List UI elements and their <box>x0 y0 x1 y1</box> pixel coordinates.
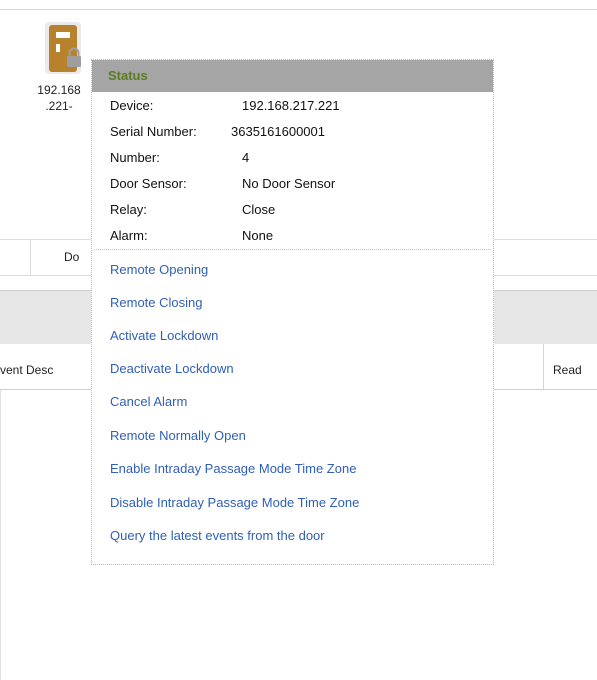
remote-normally-open-link[interactable]: Remote Normally Open <box>110 428 246 443</box>
event-description-header[interactable]: vent Desc <box>0 363 53 377</box>
popup-header: Status <box>92 60 493 92</box>
status-value: 3635161600001 <box>231 124 325 139</box>
activate-lockdown-link[interactable]: Activate Lockdown <box>110 328 218 343</box>
door-label-continued: .221- <box>45 99 73 113</box>
door-tile[interactable]: 192.168 .221- <box>18 17 100 127</box>
status-value: None <box>242 228 274 243</box>
table-border <box>0 390 1 680</box>
top-divider <box>0 9 597 10</box>
query-latest-events-link[interactable]: Query the latest events from the door <box>110 528 325 543</box>
cancel-alarm-link[interactable]: Cancel Alarm <box>110 394 187 409</box>
status-label: Door Sensor: <box>110 176 187 191</box>
remote-closing-link[interactable]: Remote Closing <box>110 295 203 310</box>
status-value: No Door Sensor <box>242 176 336 191</box>
popup-divider <box>94 249 491 250</box>
column-separator <box>543 344 544 389</box>
door-lock-icon[interactable] <box>43 20 83 76</box>
enable-intraday-passage-mode-link[interactable]: Enable Intraday Passage Mode Time Zone <box>110 461 356 476</box>
door-label: 192.168 <box>37 83 81 97</box>
status-label: Alarm: <box>110 228 148 243</box>
status-value: 192.168.217.221 <box>242 98 340 113</box>
status-value: 4 <box>242 150 250 165</box>
popup-title: Status <box>108 68 148 83</box>
door-status-popup: Status Device: 192.168.217.221 Serial Nu… <box>91 59 494 565</box>
status-label: Number: <box>110 150 160 165</box>
status-value: Close <box>242 202 276 217</box>
status-label: Serial Number: <box>110 124 197 139</box>
remote-opening-link[interactable]: Remote Opening <box>110 262 208 277</box>
column-separator <box>30 240 31 275</box>
status-label: Device: <box>110 98 154 113</box>
status-label: Relay: <box>110 202 147 217</box>
deactivate-lockdown-link[interactable]: Deactivate Lockdown <box>110 361 234 376</box>
disable-intraday-passage-mode-link[interactable]: Disable Intraday Passage Mode Time Zone <box>110 495 359 510</box>
reader-header[interactable]: Read <box>553 363 582 377</box>
grid-column-header: Do <box>64 250 80 264</box>
